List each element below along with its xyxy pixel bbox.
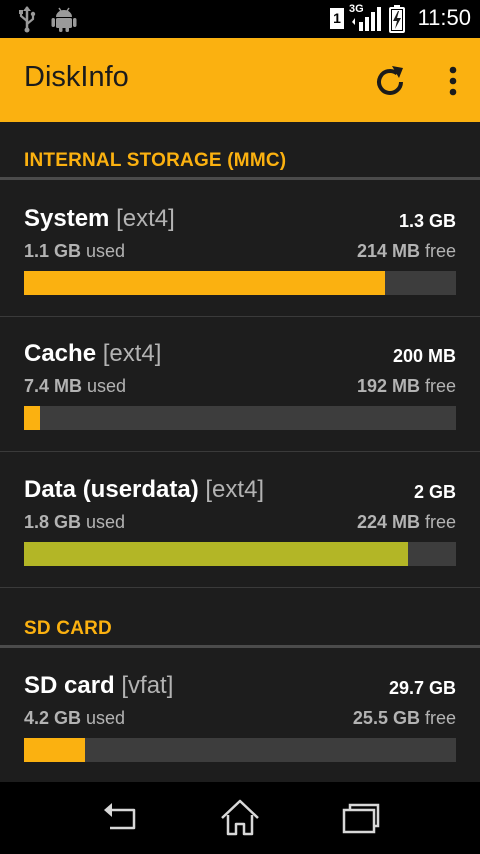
total-size: 200 MB — [392, 346, 456, 366]
partition-name: Data (userdata) [ext4] — [24, 476, 264, 504]
used-size: 7.4 MB used — [24, 376, 126, 397]
partition-label: Data (userdata) — [24, 476, 199, 503]
usage-bar — [24, 271, 456, 295]
used-size: 1.8 GB used — [24, 512, 125, 533]
total-size: 1.3 GB — [398, 211, 456, 231]
home-icon[interactable] — [216, 796, 264, 840]
filesystem-type: [ext4] — [116, 205, 175, 232]
free-size: 192 MB free — [357, 376, 456, 397]
usage-bar-fill — [24, 406, 40, 430]
section-divider — [0, 645, 480, 648]
used-suffix: used — [82, 376, 127, 396]
section-header-internal-storage: INTERNAL STORAGE (MMC) — [0, 122, 480, 180]
usage-bar-fill — [24, 738, 85, 762]
used-value: 1.1 GB — [24, 241, 82, 261]
free-suffix: free — [419, 512, 456, 532]
section-divider — [0, 177, 480, 180]
free-value: 192 MB — [356, 376, 420, 396]
free-size: 214 MB free — [357, 241, 456, 262]
usage-bar-fill — [24, 542, 409, 566]
section-title: SD CARD — [24, 618, 112, 639]
filesystem-type: [ext4] — [102, 340, 162, 367]
status-clock: 11:50 — [417, 5, 471, 30]
partition-name: System [ext4] — [24, 205, 175, 233]
battery-charging-icon — [389, 5, 405, 33]
usb-icon — [19, 6, 36, 33]
usage-bar — [24, 738, 456, 762]
android-debug-icon — [51, 7, 77, 32]
free-suffix: free — [419, 376, 456, 396]
free-value: 25.5 GB — [352, 708, 420, 728]
filesystem-type: [ext4] — [205, 476, 265, 503]
row-divider — [0, 316, 480, 317]
usage-bar-fill — [24, 271, 385, 295]
total-size: 29.7 GB — [388, 678, 456, 698]
free-suffix: free — [419, 241, 456, 261]
navigation-bar — [0, 782, 480, 854]
storage-row-data[interactable]: Data (userdata) [ext4] 2 GB 1.8 GB used … — [0, 454, 480, 588]
sim-icon: 1 — [330, 8, 344, 29]
app-title: DiskInfo — [24, 61, 129, 93]
used-value: 7.4 MB — [24, 376, 83, 396]
free-size: 25.5 GB free — [353, 708, 456, 729]
usage-bar — [24, 542, 456, 566]
overflow-menu-icon[interactable] — [438, 62, 468, 102]
free-value: 224 MB — [356, 512, 420, 532]
partition-name: Cache [ext4] — [24, 340, 161, 368]
section-title: INTERNAL STORAGE (MMC) — [24, 150, 287, 171]
total-size: 2 GB — [413, 482, 456, 502]
section-header-sd-card: SD CARD — [0, 590, 480, 648]
signal-icon — [352, 7, 381, 31]
partition-label: Cache — [24, 340, 97, 367]
storage-row-sd-card[interactable]: SD card [vfat] 29.7 GB 4.2 GB used 25.5 … — [0, 650, 480, 784]
storage-row-system[interactable]: System [ext4] 1.3 GB 1.1 GB used 214 MB … — [0, 183, 480, 317]
partition-name: SD card [vfat] — [24, 672, 173, 700]
row-divider — [0, 451, 480, 452]
free-size: 224 MB free — [357, 512, 456, 533]
used-suffix: used — [81, 241, 126, 261]
row-divider — [0, 587, 480, 588]
partition-label: SD card — [24, 672, 115, 699]
used-value: 4.2 GB — [24, 708, 82, 728]
storage-row-cache[interactable]: Cache [ext4] 200 MB 7.4 MB used 192 MB f… — [0, 318, 480, 452]
usage-bar — [24, 406, 456, 430]
free-suffix: free — [419, 708, 456, 728]
app-bar: DiskInfo — [0, 38, 480, 122]
free-value: 214 MB — [356, 241, 420, 261]
used-suffix: used — [81, 708, 126, 728]
back-icon[interactable] — [96, 796, 144, 840]
used-value: 1.8 GB — [24, 512, 82, 532]
used-size: 4.2 GB used — [24, 708, 125, 729]
used-suffix: used — [81, 512, 126, 532]
refresh-icon[interactable] — [370, 62, 410, 102]
recent-apps-icon[interactable] — [336, 796, 384, 840]
partition-label: System — [24, 205, 110, 232]
used-size: 1.1 GB used — [24, 241, 125, 262]
status-bar: 1 3G 11:50 — [0, 0, 480, 38]
filesystem-type: [vfat] — [121, 672, 174, 699]
